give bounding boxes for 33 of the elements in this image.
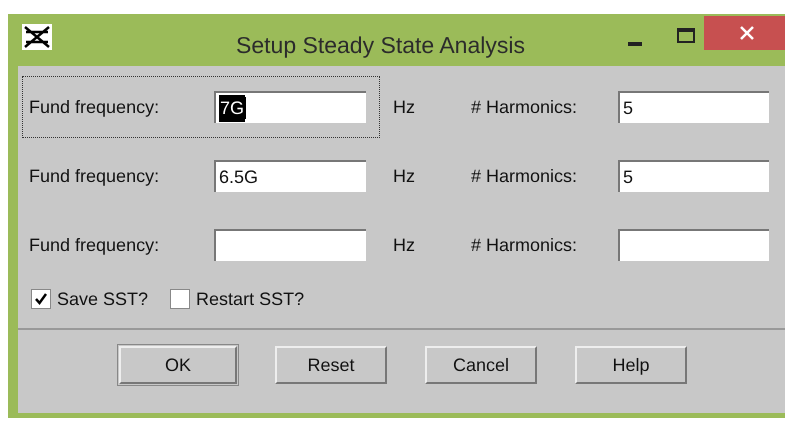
checkbox[interactable] xyxy=(31,289,51,309)
app-icon xyxy=(22,24,52,50)
field-value: 5 xyxy=(623,166,634,188)
harmonics-field[interactable]: 5 xyxy=(618,91,769,123)
field-label: # Harmonics: xyxy=(471,164,578,188)
field-label: # Harmonics: xyxy=(471,234,578,256)
dialog-button[interactable]: Reset xyxy=(275,346,387,384)
checkbox-label: Restart SST? xyxy=(196,288,304,310)
field-label: # Harmonics: xyxy=(471,96,578,118)
field-label: Fund frequency: xyxy=(29,96,160,119)
unit-label: Hz xyxy=(393,96,416,118)
field-value: 7G xyxy=(219,94,246,122)
dialog-button[interactable]: Help xyxy=(575,346,687,384)
frequency-field[interactable] xyxy=(214,229,366,261)
checkbox[interactable] xyxy=(170,289,190,309)
maximize-icon[interactable] xyxy=(677,28,695,43)
frequency-field[interactable]: 7G xyxy=(214,91,366,123)
dialog-button[interactable]: OK xyxy=(119,346,237,384)
frequency-field[interactable]: 6.5G xyxy=(214,160,366,192)
check-icon xyxy=(34,292,48,306)
unit-label: Hz xyxy=(393,164,416,188)
field-value: 6.5G xyxy=(219,166,258,188)
close-button[interactable] xyxy=(704,16,785,50)
close-icon xyxy=(740,26,754,40)
field-value: 5 xyxy=(623,96,634,120)
unit-label: Hz xyxy=(393,234,416,256)
field-label: Fund frequency: xyxy=(29,164,160,188)
dialog-button[interactable]: Cancel xyxy=(425,346,537,384)
harmonics-field[interactable] xyxy=(618,229,769,261)
window-title: Setup Steady State Analysis xyxy=(236,31,525,60)
harmonics-field[interactable]: 5 xyxy=(618,160,769,192)
checkbox-label: Save SST? xyxy=(57,288,148,310)
field-label: Fund frequency: xyxy=(29,234,160,257)
